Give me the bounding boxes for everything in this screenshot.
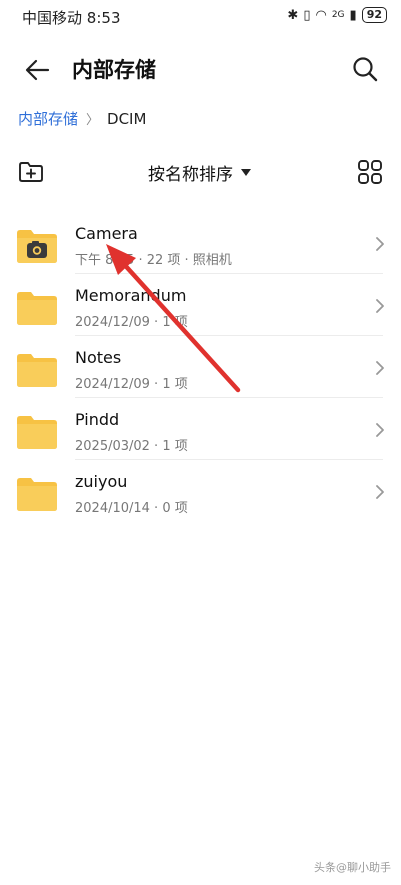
folder-row-pindd[interactable]: Pindd 2025/03/02 · 1 项 [0, 398, 401, 460]
folder-name: zuiyou [75, 472, 128, 491]
vibrate-icon: ▯ [303, 7, 311, 23]
wifi-icon: ◠ [315, 7, 327, 23]
folder-list: Camera 下午 8:35 · 22 项 · 照相机 Memorandum 2… [0, 212, 401, 522]
breadcrumb-root[interactable]: 内部存储 [18, 108, 78, 129]
folder-icon [17, 416, 57, 449]
folder-row-memorandum[interactable]: Memorandum 2024/12/09 · 1 项 [0, 274, 401, 336]
status-bar: 中国移动 8:53 ✱ ▯ ◠ 2G ▮ 92 [0, 0, 401, 34]
page-title: 内部存储 [72, 58, 156, 82]
folder-meta: 2024/12/09 · 1 项 [75, 377, 188, 392]
folder-icon [17, 478, 57, 511]
bluetooth-icon: ✱ [287, 7, 299, 23]
top-app-bar: 内部存储 [0, 44, 401, 94]
sort-label: 按名称排序 [148, 165, 233, 185]
breadcrumb-current: DCIM [107, 109, 147, 128]
folder-meta: 2025/03/02 · 1 项 [75, 439, 188, 454]
folder-icon [17, 292, 57, 325]
chevron-right-icon [376, 299, 384, 313]
folder-meta: 下午 8:35 · 22 项 · 照相机 [75, 253, 232, 268]
chevron-right-icon [376, 237, 384, 251]
folder-row-camera[interactable]: Camera 下午 8:35 · 22 项 · 照相机 [0, 212, 401, 274]
back-arrow-icon[interactable] [24, 56, 52, 84]
breadcrumb: 内部存储 〉 DCIM [18, 108, 146, 129]
watermark: 头条@聊小助手 [314, 861, 391, 874]
folder-meta: 2024/12/09 · 1 项 [75, 315, 188, 330]
folder-row-notes[interactable]: Notes 2024/12/09 · 1 项 [0, 336, 401, 398]
dropdown-triangle-icon [241, 169, 251, 176]
folder-icon [17, 354, 57, 387]
clock: 8:53 [86, 9, 121, 27]
folder-meta: 2024/10/14 · 0 项 [75, 501, 188, 516]
network-type: 2G [331, 10, 345, 20]
folder-name: Camera [75, 224, 138, 243]
chevron-right-icon: 〉 [86, 113, 100, 128]
folder-name: Notes [75, 348, 122, 367]
signal-icon: ▮ [349, 7, 357, 23]
folder-name: Memorandum [75, 286, 187, 305]
sort-dropdown[interactable]: 按名称排序 [148, 160, 251, 185]
new-folder-icon[interactable] [18, 159, 44, 185]
status-icons: ✱ ▯ ◠ 2G ▮ 92 [287, 7, 387, 23]
chevron-right-icon [376, 485, 384, 499]
battery-level: 92 [361, 7, 387, 23]
carrier-label: 中国移动 [22, 9, 83, 27]
folder-name: Pindd [75, 410, 120, 429]
folder-row-zuiyou[interactable]: zuiyou 2024/10/14 · 0 项 [0, 460, 401, 522]
camera-folder-icon [17, 230, 57, 263]
toolbar: 按名称排序 [0, 156, 401, 190]
search-icon[interactable] [351, 55, 379, 83]
status-carrier-time: 中国移动 8:53 [22, 7, 120, 28]
chevron-right-icon [376, 361, 384, 375]
chevron-right-icon [376, 423, 384, 437]
grid-view-icon[interactable] [357, 159, 383, 185]
